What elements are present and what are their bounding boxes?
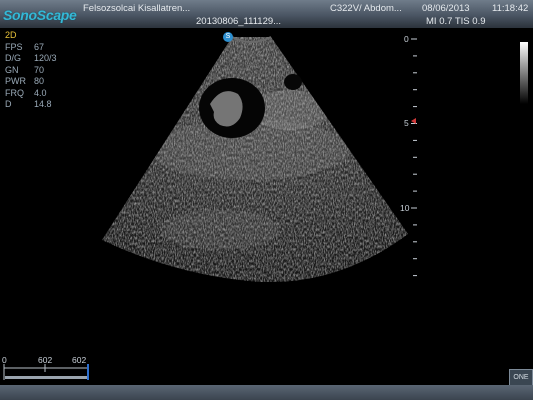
- bottom-status-bar: [0, 385, 533, 400]
- gray-map-bar: [520, 42, 528, 104]
- depth-label-5: 5: [404, 118, 409, 128]
- depth-label-10: 10: [400, 203, 410, 213]
- depth-ticks: [411, 38, 417, 277]
- lut-scale-bar: [3, 364, 89, 380]
- depth-label-0: 0: [404, 34, 409, 44]
- one-button[interactable]: ONE: [509, 369, 533, 386]
- depth-scale: [411, 38, 417, 277]
